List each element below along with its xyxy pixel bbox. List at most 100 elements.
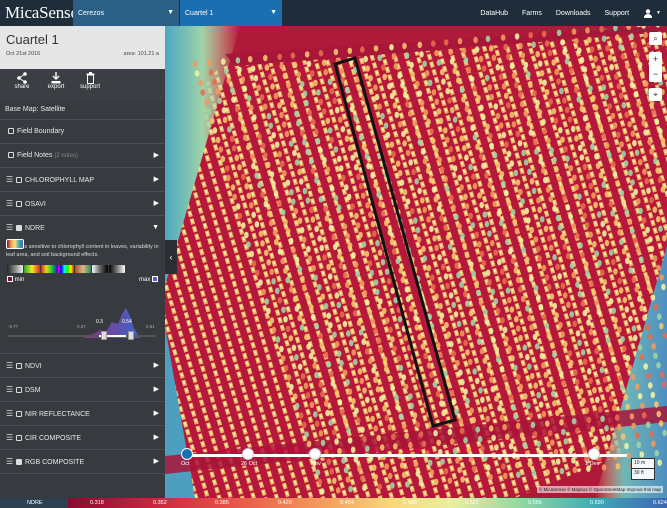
checkbox-unchecked[interactable]	[16, 435, 22, 441]
max-control[interactable]: max	[139, 276, 158, 283]
collapse-sidebar-button[interactable]: ‹	[165, 240, 177, 274]
chevron-right-icon[interactable]: ▶	[154, 144, 159, 168]
map-view[interactable]: ⌕ + − ⌖ 10 m 30 ft © MicaSense © Mapbox …	[165, 26, 667, 498]
field-meta: Oct 21st 2016 area: 101.21 a	[6, 51, 159, 57]
timeline-label: 26 Oct	[241, 461, 258, 467]
checkbox-unchecked[interactable]	[16, 387, 22, 393]
chevron-right-icon[interactable]: ▶	[154, 426, 159, 450]
checkbox-unchecked[interactable]	[16, 201, 22, 207]
chevron-right-icon[interactable]: ▶	[154, 378, 159, 402]
drag-handle-icon[interactable]: ☰	[6, 354, 14, 378]
palette-option[interactable]	[75, 265, 91, 273]
nav-farms[interactable]: Farms	[515, 10, 549, 17]
layer-osavi[interactable]: ☰ OSAVI ▶	[0, 192, 165, 216]
drag-handle-icon[interactable]: ☰	[6, 378, 14, 402]
drag-handle-icon[interactable]: ☰	[6, 168, 14, 192]
checkbox-checked[interactable]	[16, 459, 22, 465]
layers-sidebar: Cuartel 1 Oct 21st 2016 area: 101.21 a s…	[0, 26, 165, 498]
download-icon	[51, 72, 61, 84]
layer-chlorophyll-map[interactable]: ☰ CHLOROPHYLL MAP ▶	[0, 168, 165, 192]
field-select[interactable]: Cuartel 1 ▼	[180, 0, 282, 26]
field-select-value: Cuartel 1	[185, 9, 214, 17]
checkbox-unchecked[interactable]	[8, 152, 14, 158]
min-control[interactable]: min	[7, 276, 24, 283]
checkbox-unchecked[interactable]	[16, 411, 22, 417]
micasense-logo[interactable]: MicaSense✦	[0, 0, 85, 26]
nav-datahub[interactable]: DataHub	[473, 10, 515, 17]
max-color-swatch[interactable]	[152, 276, 158, 282]
layer-label: CHLOROPHYLL MAP	[25, 177, 94, 184]
share-button[interactable]: share	[5, 72, 39, 100]
layer-rgb-composite[interactable]: ☰ RGB COMPOSITE ▶	[0, 450, 165, 474]
scale-feet: 30 ft	[631, 469, 655, 480]
legend-tick-label: 0.522	[465, 500, 479, 506]
timeline-node-nov[interactable]	[309, 448, 321, 460]
legend-tick-label: 0.488	[403, 500, 417, 506]
nav-downloads[interactable]: Downloads	[549, 10, 598, 17]
layer-field-notes[interactable]: Field Notes (2 notes) ▶	[0, 144, 165, 168]
timeline-node-1-dec[interactable]	[588, 448, 600, 460]
map-attribution[interactable]: © MicaSense © Mapbox © OpenStreetMap Imp…	[537, 486, 663, 493]
chevron-right-icon[interactable]: ▶	[154, 354, 159, 378]
drag-handle-icon[interactable]: ☰	[6, 450, 14, 474]
timeline-node-26-oct[interactable]	[242, 448, 254, 460]
nav-support[interactable]: Support	[598, 10, 637, 17]
chevron-right-icon[interactable]: ▶	[154, 450, 159, 474]
checkbox-checked[interactable]	[16, 225, 22, 231]
layer-label: OSAVI	[25, 201, 46, 208]
legend-tick-label: 0.352	[153, 500, 167, 506]
basemap-selector[interactable]: Base Map: Satellite	[0, 100, 165, 120]
range-high-value: 0.54	[122, 319, 132, 325]
user-menu[interactable]: ▼	[636, 8, 661, 18]
chevron-right-icon[interactable]: ▶	[154, 168, 159, 192]
support-button[interactable]: support	[73, 72, 107, 100]
zoom-in-button[interactable]: +	[649, 52, 662, 67]
timeline-label: Oct	[181, 461, 190, 467]
chevron-right-icon[interactable]: ▶	[154, 402, 159, 426]
search-icon: ⌕	[653, 34, 658, 43]
layer-nir-reflectance[interactable]: ☰ NIR REFLECTANCE ▶	[0, 402, 165, 426]
locate-button[interactable]: ⌖	[649, 88, 662, 101]
chevron-down-icon[interactable]: ▼	[152, 216, 159, 240]
layer-cir-composite[interactable]: ☰ CIR COMPOSITE ▶	[0, 426, 165, 450]
farm-select[interactable]: Cerezos ▼	[73, 0, 179, 26]
legend-label: NDRE	[0, 498, 68, 508]
palette-option[interactable]	[109, 265, 125, 273]
palette-option[interactable]	[6, 239, 24, 249]
top-navbar: MicaSense✦ Cerezos ▼ Cuartel 1 ▼ DataHub…	[0, 0, 667, 26]
palette-option[interactable]	[7, 265, 23, 273]
export-button[interactable]: export	[39, 72, 73, 100]
layer-label: Field Notes	[17, 152, 53, 159]
chevron-right-icon[interactable]: ▶	[154, 192, 159, 216]
layer-dsm[interactable]: ☰ DSM ▶	[0, 378, 165, 402]
checkbox-unchecked[interactable]	[16, 363, 22, 369]
legend-tick-label: 0.454	[340, 500, 354, 506]
palette-option[interactable]	[92, 265, 108, 273]
timeline-node-oct[interactable]	[181, 448, 193, 460]
share-label: share	[14, 84, 30, 90]
ndre-map-image[interactable]	[165, 26, 667, 498]
layer-ndvi[interactable]: ☰ NDVI ▶	[0, 354, 165, 378]
palette-option[interactable]	[58, 265, 74, 273]
range-high-handle[interactable]	[127, 331, 134, 340]
field-area: area: 101.21 a	[123, 51, 159, 57]
checkbox-unchecked[interactable]	[16, 177, 22, 183]
palette-option[interactable]	[24, 265, 40, 273]
min-color-swatch[interactable]	[7, 276, 13, 282]
checkbox-unchecked[interactable]	[8, 128, 14, 134]
range-low-handle[interactable]	[101, 331, 108, 340]
layer-field-boundary[interactable]: Field Boundary	[0, 120, 165, 144]
drag-handle-icon[interactable]: ☰	[6, 402, 14, 426]
map-search-button[interactable]: ⌕	[649, 32, 662, 45]
drag-handle-icon[interactable]: ☰	[6, 192, 14, 216]
min-label: min	[14, 277, 25, 283]
drag-handle-icon[interactable]: ☰	[6, 426, 14, 450]
ndre-description: NDRE is sensitive to chlorophyll content…	[6, 244, 159, 258]
field-notes-count: (2 notes)	[54, 153, 79, 159]
range-low-value: 0.3	[96, 319, 103, 325]
layer-label: Field Boundary	[17, 128, 65, 135]
drag-handle-icon[interactable]: ☰	[6, 216, 14, 240]
layer-ndre[interactable]: ☰ NDRE ▼	[0, 216, 165, 240]
palette-option[interactable]	[41, 265, 57, 273]
zoom-out-button[interactable]: −	[649, 67, 662, 82]
